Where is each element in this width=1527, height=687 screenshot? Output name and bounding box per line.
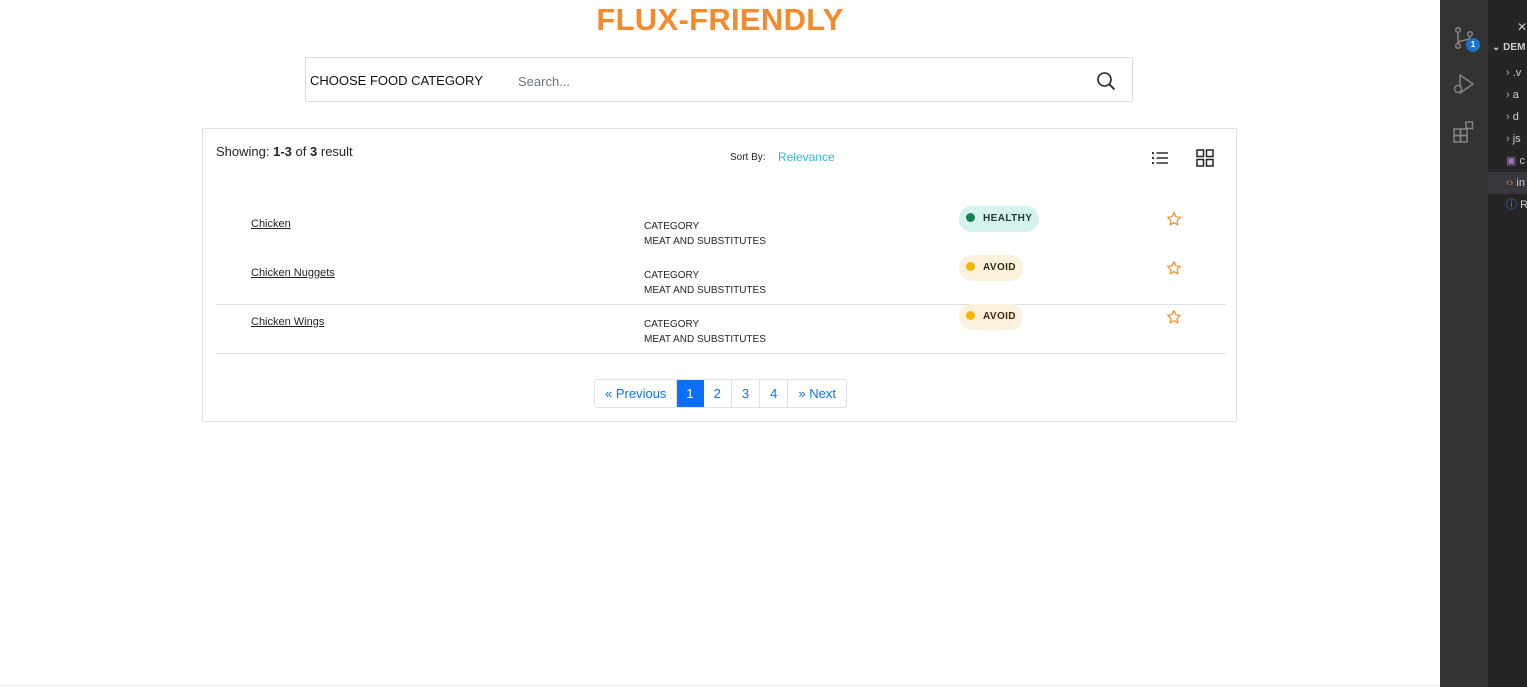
results-card: Showing: 1-3 of 3 result Sort By: Releva… — [202, 128, 1237, 422]
sort-by-label: Sort By: — [730, 152, 766, 163]
status-label: HEALTHY — [983, 213, 1033, 224]
pagination: « Previous 1 2 3 4 » Next — [594, 379, 847, 408]
food-item-link[interactable]: Chicken Wings — [251, 316, 324, 328]
tree-item-folder[interactable]: › a — [1506, 84, 1519, 106]
showing-label: Showing: — [216, 144, 270, 159]
list-item: Chicken CATEGORY MEAT AND SUBSTITUTES HE… — [216, 206, 1226, 255]
item-category: CATEGORY MEAT AND SUBSTITUTES — [644, 219, 766, 249]
food-item-link[interactable]: Chicken — [251, 218, 291, 230]
status-badge: AVOID — [959, 304, 1023, 330]
status-label: AVOID — [983, 311, 1016, 322]
previous-page-button[interactable]: « Previous — [595, 380, 678, 407]
run-debug-icon[interactable] — [1452, 72, 1476, 96]
search-bar: CHOOSE FOOD CATEGORY — [305, 57, 1133, 102]
status-dot-icon — [966, 262, 975, 271]
html-file-icon: ‹› — [1506, 177, 1514, 189]
source-control-badge: 1 — [1466, 38, 1480, 52]
chevron-right-icon: › — [1506, 89, 1510, 101]
chevron-right-icon: › — [1506, 133, 1510, 145]
tree-item-folder[interactable]: › .v — [1506, 62, 1521, 84]
favorite-star-icon[interactable] — [1166, 260, 1182, 276]
favorite-star-icon[interactable] — [1166, 309, 1182, 325]
chevron-right-icon: › — [1506, 67, 1510, 79]
vscode-explorer-panel: ⌄ DEM › .v › a › d › js ▣ c ‹› in ⓘ R — [1488, 0, 1527, 687]
status-badge: AVOID — [959, 255, 1023, 281]
search-icon[interactable] — [1096, 71, 1116, 91]
item-category: CATEGORY MEAT AND SUBSTITUTES — [644, 268, 766, 298]
explorer-header[interactable]: ⌄ DEM — [1492, 42, 1525, 53]
tree-item-file[interactable]: ▣ c — [1506, 150, 1525, 172]
food-category-dropdown[interactable]: CHOOSE FOOD CATEGORY — [310, 58, 483, 103]
app-title: FLUX-FRIENDLY — [596, 2, 844, 37]
status-badge: HEALTHY — [959, 206, 1040, 232]
category-value: MEAT AND SUBSTITUTES — [644, 236, 766, 247]
page-4-button[interactable]: 4 — [760, 380, 789, 407]
grid-view-icon[interactable] — [1196, 149, 1214, 167]
list-view-icon[interactable] — [1151, 150, 1169, 166]
status-dot-icon — [966, 213, 975, 222]
search-input[interactable] — [516, 66, 1080, 96]
extensions-icon[interactable] — [1452, 120, 1476, 144]
food-item-link[interactable]: Chicken Nuggets — [251, 267, 335, 279]
tree-item-folder[interactable]: › d — [1506, 106, 1519, 128]
list-item: Chicken Nuggets CATEGORY MEAT AND SUBSTI… — [216, 255, 1226, 305]
category-label: CATEGORY — [644, 319, 700, 330]
image-file-icon: ▣ — [1506, 155, 1517, 167]
status-dot-icon — [966, 311, 975, 320]
category-value: MEAT AND SUBSTITUTES — [644, 334, 766, 345]
results-range: 1-3 — [273, 144, 292, 159]
tree-item-file[interactable]: ‹› in — [1488, 172, 1527, 194]
vscode-activity-bar: 1 — [1440, 0, 1488, 687]
results-total: 3 — [310, 144, 318, 159]
chevron-right-icon: › — [1506, 111, 1510, 123]
status-label: AVOID — [983, 262, 1016, 273]
of-label: of — [295, 144, 307, 159]
next-page-button[interactable]: » Next — [788, 380, 846, 407]
flux-friendly-app: FLUX-FRIENDLY CHOOSE FOOD CATEGORY Showi… — [0, 0, 1440, 687]
category-value: MEAT AND SUBSTITUTES — [644, 285, 766, 296]
results-summary: Showing: 1-3 of 3 result — [216, 144, 353, 159]
category-label: CATEGORY — [644, 221, 700, 232]
tree-item-file[interactable]: ⓘ R — [1506, 194, 1527, 216]
chevron-down-icon: ⌄ — [1492, 42, 1501, 53]
result-label: result — [320, 144, 353, 159]
page-2-button[interactable]: 2 — [704, 380, 732, 407]
close-icon[interactable]: ✕ — [1517, 20, 1527, 34]
tree-item-folder[interactable]: › js — [1506, 128, 1521, 150]
list-item: Chicken Wings CATEGORY MEAT AND SUBSTITU… — [216, 304, 1226, 354]
info-icon: ⓘ — [1506, 199, 1517, 211]
favorite-star-icon[interactable] — [1166, 211, 1182, 227]
sort-dropdown[interactable]: Relevance — [778, 150, 835, 164]
explorer-folder-name: DEM — [1503, 42, 1526, 53]
item-category: CATEGORY MEAT AND SUBSTITUTES — [644, 317, 766, 347]
page-1-button[interactable]: 1 — [677, 380, 704, 407]
page-3-button[interactable]: 3 — [732, 380, 761, 407]
category-label: CATEGORY — [644, 270, 700, 281]
